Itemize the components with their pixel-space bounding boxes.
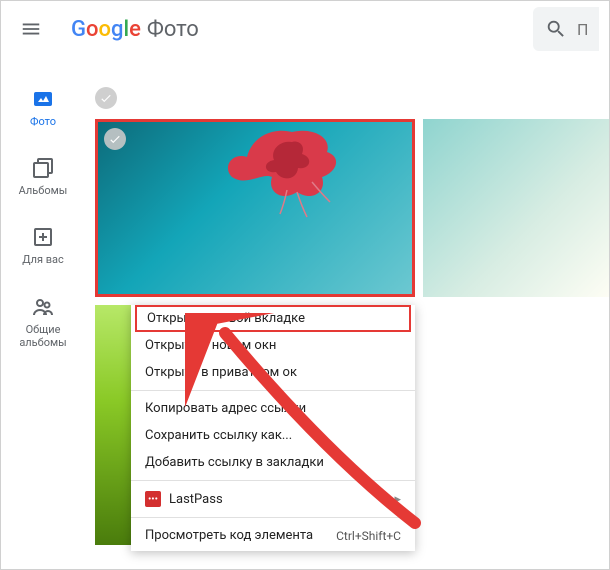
sidebar-item-shared[interactable]: Общиеальбомы <box>19 295 66 349</box>
context-menu-open-new-tab[interactable]: Открыть в новой вкладке <box>135 305 411 332</box>
sidebar-item-photos[interactable]: Фото <box>30 87 56 128</box>
selected-check-icon[interactable] <box>104 128 126 150</box>
foryou-icon <box>31 225 55 249</box>
context-menu-copy-link[interactable]: Копировать адрес ссылки <box>131 395 415 422</box>
search-icon <box>545 18 567 40</box>
hamburger-menu-button[interactable] <box>11 9 51 49</box>
sidebar-label: Фото <box>30 115 56 128</box>
main-area: Фото Альбомы Для вас Общиеальбомы <box>1 57 609 569</box>
sidebar-label: Общиеальбомы <box>19 323 66 349</box>
context-menu-bookmark-link[interactable]: Добавить ссылку в закладки <box>131 449 415 476</box>
context-menu-lastpass[interactable]: ••• LastPass ▸ <box>131 485 415 513</box>
context-menu-open-new-window[interactable]: Открыть в новом окн <box>131 332 415 359</box>
google-wordmark: Google <box>71 17 141 42</box>
context-menu-save-link[interactable]: Сохранить ссылку как... <box>131 422 415 449</box>
select-all-toggle[interactable] <box>95 87 609 109</box>
top-bar: Google Фото <box>1 1 609 57</box>
chevron-right-icon: ▸ <box>394 492 401 507</box>
photo-grid: Открыть в новой вкладке Открыть в новом … <box>85 57 609 569</box>
sidebar-label: Для вас <box>22 253 64 266</box>
app-logo[interactable]: Google Фото <box>71 17 199 42</box>
context-menu-separator <box>131 390 415 391</box>
sidebar: Фото Альбомы Для вас Общиеальбомы <box>1 57 85 569</box>
menu-icon <box>20 18 42 40</box>
shared-icon <box>31 295 55 319</box>
context-menu-separator <box>131 480 415 481</box>
photo-thumbnail[interactable] <box>423 119 609 297</box>
sidebar-item-albums[interactable]: Альбомы <box>19 156 68 197</box>
shortcut-label: Ctrl+Shift+C <box>336 529 401 543</box>
search-input[interactable] <box>577 20 587 39</box>
context-menu-inspect[interactable]: Просмотреть код элемента Ctrl+Shift+C <box>131 522 415 549</box>
context-menu-open-private[interactable]: Открыть в приватном ок <box>131 359 415 386</box>
sidebar-item-foryou[interactable]: Для вас <box>22 225 64 266</box>
context-menu: Открыть в новой вкладке Открыть в новом … <box>131 305 415 551</box>
product-name: Фото <box>147 17 199 42</box>
lastpass-icon: ••• <box>145 491 161 507</box>
check-circle-icon <box>95 87 117 109</box>
context-menu-separator <box>131 517 415 518</box>
sidebar-label: Альбомы <box>19 184 68 197</box>
albums-icon <box>31 156 55 180</box>
flower-image <box>202 122 382 222</box>
photos-icon <box>31 87 55 111</box>
search-box[interactable] <box>533 7 599 51</box>
photo-thumbnail-selected[interactable] <box>95 119 415 297</box>
photo-thumbnail[interactable]: Открыть в новой вкладке Открыть в новом … <box>95 305 415 545</box>
